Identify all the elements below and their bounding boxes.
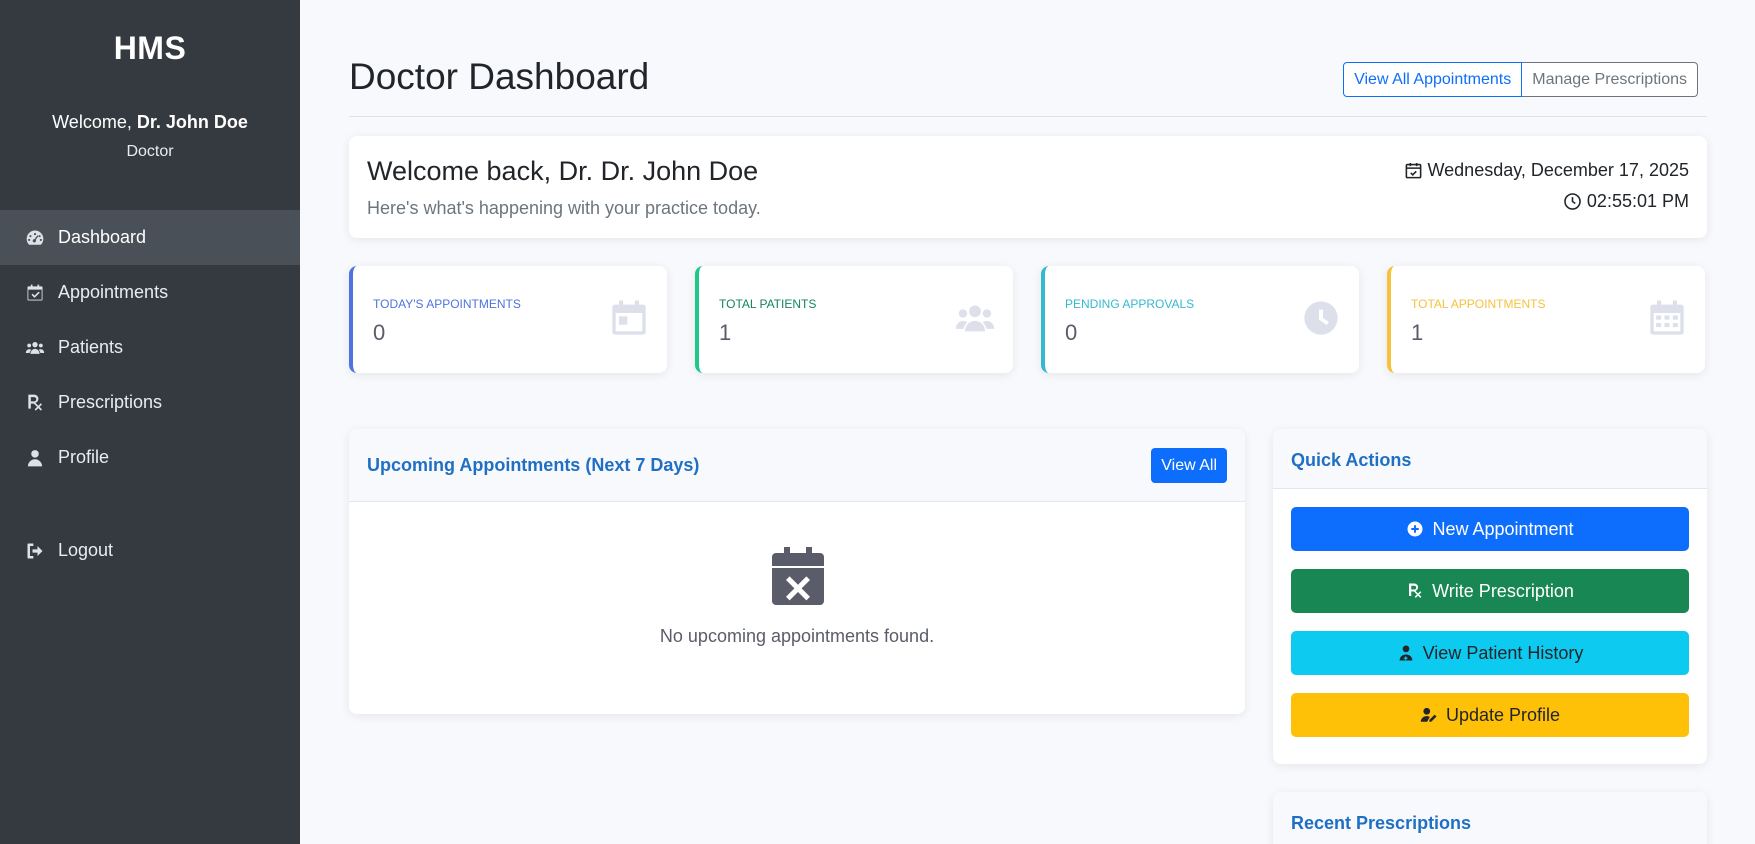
brand-logo[interactable]: HMS [0, 0, 300, 90]
stat-card-total-appointments: TOTAL APPOINTMENTS 1 [1387, 266, 1705, 373]
clock-icon [1564, 193, 1581, 210]
sidebar: HMS Welcome, Dr. John Doe Doctor Dashboa… [0, 0, 300, 844]
calendar-alt-icon [1647, 298, 1687, 338]
quick-actions-card: Quick Actions New Appointment Write Pres… [1273, 429, 1707, 764]
user-icon [24, 447, 46, 469]
time-text: 02:55:01 PM [1586, 191, 1689, 211]
card-title: Quick Actions [1291, 450, 1412, 470]
sidebar-item-label: Patients [58, 337, 124, 357]
new-appointment-button[interactable]: New Appointment [1291, 507, 1689, 551]
users-icon [955, 298, 995, 338]
welcome-title: Welcome back, Dr. Dr. John Doe [367, 156, 759, 186]
stat-value: 0 [373, 320, 386, 345]
welcome-line: Welcome, Dr. John Doe [0, 112, 300, 133]
recent-prescriptions-card: Recent Prescriptions [1273, 792, 1707, 844]
sidebar-item-prescriptions[interactable]: Prescriptions [0, 375, 300, 430]
user-edit-icon [1420, 707, 1437, 722]
sidebar-item-label: Profile [58, 447, 110, 467]
welcome-subtitle: Here's what's happening with your practi… [367, 198, 761, 218]
user-welcome: Welcome, Dr. John Doe Doctor [0, 90, 300, 210]
calendar-icon [609, 298, 649, 338]
card-header: Recent Prescriptions [1273, 792, 1707, 844]
tachometer-icon [24, 227, 46, 249]
empty-state-text: No upcoming appointments found. [659, 626, 935, 646]
view-all-button[interactable]: View All [1151, 448, 1227, 483]
stat-value: 1 [1411, 320, 1424, 345]
button-label: Update Profile [1445, 704, 1561, 725]
users-icon [24, 337, 46, 359]
date-text: Wednesday, December 17, 2025 [1427, 160, 1690, 180]
welcome-card: Welcome back, Dr. Dr. John Doe Here's wh… [349, 136, 1707, 238]
write-prescription-button[interactable]: Write Prescription [1291, 569, 1689, 613]
sidebar-item-logout[interactable]: Logout [0, 523, 300, 578]
sidebar-item-profile[interactable]: Profile [0, 430, 300, 485]
user-doctor-icon [1399, 645, 1412, 661]
stat-label: TOTAL PATIENTS [719, 297, 817, 311]
card-title: Upcoming Appointments (Next 7 Days) [367, 455, 700, 475]
sidebar-item-dashboard[interactable]: Dashboard [0, 210, 300, 265]
current-time: 02:55:01 PM [1563, 191, 1689, 212]
header-button-group: View All Appointments Manage Prescriptio… [1343, 62, 1698, 97]
main-content: Doctor Dashboard View All Appointments M… [300, 0, 1755, 844]
sidebar-item-label: Dashboard [58, 227, 147, 247]
stat-card-todays-appointments: TODAY'S APPOINTMENTS 0 [349, 266, 667, 373]
sidebar-item-label: Logout [58, 540, 114, 560]
sidebar-item-appointments[interactable]: Appointments [0, 265, 300, 320]
calendar-times-icon [772, 547, 824, 605]
stat-label: PENDING APPROVALS [1065, 297, 1195, 311]
button-label: View Patient History [1422, 642, 1584, 663]
card-header: Upcoming Appointments (Next 7 Days) View… [349, 429, 1245, 502]
sidebar-nav: Dashboard Appointments Patients Prescrip… [0, 210, 300, 578]
welcome-prefix: Welcome, [52, 112, 137, 132]
stat-card-total-patients: TOTAL PATIENTS 1 [695, 266, 1013, 373]
upcoming-appointments-card: Upcoming Appointments (Next 7 Days) View… [349, 429, 1245, 714]
sign-out-icon [24, 540, 46, 562]
card-title: Recent Prescriptions [1291, 813, 1472, 833]
page-title: Doctor Dashboard [349, 56, 650, 97]
stat-card-pending-approvals: PENDING APPROVALS 0 [1041, 266, 1359, 373]
clock-icon [1301, 298, 1341, 338]
button-label: New Appointment [1432, 518, 1574, 539]
sidebar-item-label: Prescriptions [58, 392, 163, 412]
view-patient-history-button[interactable]: View Patient History [1291, 631, 1689, 675]
page-header: Doctor Dashboard View All Appointments M… [349, 54, 1707, 117]
current-date: Wednesday, December 17, 2025 [1404, 160, 1690, 181]
sidebar-item-label: Appointments [58, 282, 169, 302]
manage-prescriptions-button[interactable]: Manage Prescriptions [1522, 62, 1698, 97]
plus-circle-icon [1407, 521, 1423, 537]
stat-label: TODAY'S APPOINTMENTS [373, 297, 521, 311]
card-header: Quick Actions [1273, 429, 1707, 489]
prescription-icon [1409, 583, 1422, 598]
user-name: Dr. John Doe [136, 112, 248, 132]
stat-value: 0 [1065, 320, 1078, 345]
stat-label: TOTAL APPOINTMENTS [1411, 297, 1546, 311]
calendar-check-icon [24, 282, 46, 304]
button-label: Write Prescription [1432, 580, 1574, 601]
sidebar-item-patients[interactable]: Patients [0, 320, 300, 375]
view-all-appointments-button[interactable]: View All Appointments [1343, 62, 1523, 97]
user-role: Doctor [126, 143, 174, 160]
update-profile-button[interactable]: Update Profile [1291, 693, 1689, 737]
stat-value: 1 [719, 320, 732, 345]
calendar-check-icon [1405, 162, 1421, 179]
prescription-icon [24, 392, 46, 414]
